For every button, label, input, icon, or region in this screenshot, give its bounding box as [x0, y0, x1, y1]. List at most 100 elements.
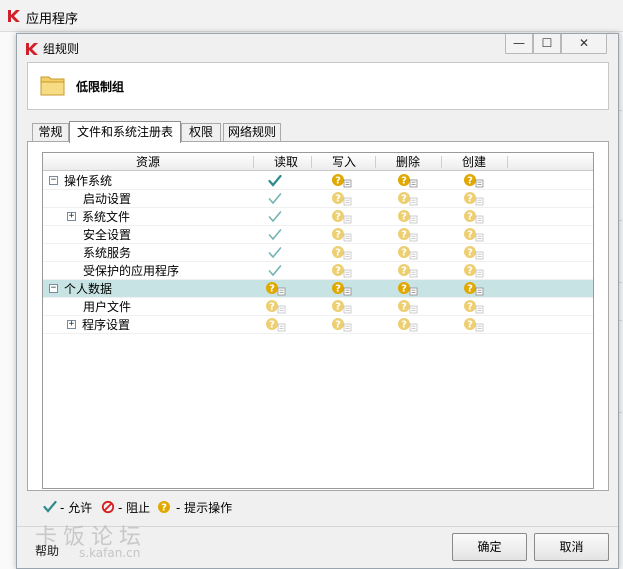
allow-check-icon: [43, 500, 57, 513]
table-row[interactable]: 系统服务 ? ? ?: [43, 244, 593, 262]
create-permission-cell[interactable]: ?: [463, 299, 487, 315]
prompt-question-icon: ?: [464, 300, 484, 314]
delete-permission-cell[interactable]: ?: [397, 299, 421, 315]
dialog-titlebar: 组规则 — ☐ ✕: [17, 34, 618, 62]
create-permission-cell[interactable]: ?: [463, 173, 487, 189]
table-header: 资源 读取 写入 删除 创建: [43, 153, 593, 171]
prompt-question-icon: ?: [332, 282, 352, 296]
svg-text:?: ?: [335, 176, 341, 187]
allow-check-icon: [268, 247, 282, 259]
row-label: 启动设置: [83, 192, 132, 206]
svg-text:?: ?: [401, 176, 407, 187]
row-label: 用户文件: [83, 300, 132, 314]
delete-permission-cell[interactable]: ?: [397, 227, 421, 243]
tab-panel: 资源 读取 写入 删除 创建 − 操作系统 ? ? ? 启动设置 ? ? ? +…: [27, 141, 609, 491]
create-permission-cell[interactable]: ?: [463, 317, 487, 333]
collapse-icon[interactable]: −: [49, 176, 58, 185]
column-header-read[interactable]: 读取: [253, 154, 319, 170]
expand-icon[interactable]: +: [67, 212, 76, 221]
write-permission-cell[interactable]: ?: [331, 191, 355, 207]
column-header-resource[interactable]: 资源: [43, 154, 253, 170]
create-permission-cell[interactable]: ?: [463, 191, 487, 207]
allow-check-icon: [268, 174, 282, 187]
prompt-question-icon: ?: [398, 228, 418, 242]
write-permission-cell[interactable]: ?: [331, 245, 355, 261]
prompt-question-icon: ?: [158, 501, 170, 514]
table-row[interactable]: 安全设置 ? ? ?: [43, 226, 593, 244]
create-permission-cell[interactable]: ?: [463, 263, 487, 279]
create-permission-cell[interactable]: ?: [463, 245, 487, 261]
group-header-panel: 低限制组: [27, 62, 609, 110]
dialog-title: 组规则: [43, 42, 80, 56]
write-permission-cell[interactable]: ?: [331, 299, 355, 315]
prompt-question-icon: ?: [398, 174, 418, 188]
delete-permission-cell[interactable]: ?: [397, 173, 421, 189]
tab-network-rules[interactable]: 网络规则: [223, 123, 281, 142]
expand-icon[interactable]: +: [67, 320, 76, 329]
write-permission-cell[interactable]: ?: [331, 263, 355, 279]
read-permission-cell[interactable]: ?: [265, 299, 289, 315]
table-row[interactable]: 启动设置 ? ? ?: [43, 190, 593, 208]
tab-files-registry[interactable]: 文件和系统注册表: [69, 121, 181, 143]
write-permission-cell[interactable]: ?: [331, 281, 355, 297]
svg-text:?: ?: [269, 302, 275, 313]
delete-permission-cell[interactable]: ?: [397, 191, 421, 207]
maximize-button[interactable]: ☐: [533, 34, 561, 54]
kaspersky-logo-icon: [8, 10, 20, 22]
prompt-question-icon: ?: [332, 174, 352, 188]
read-permission-cell[interactable]: [265, 173, 289, 189]
write-permission-cell[interactable]: ?: [331, 317, 355, 333]
ok-button[interactable]: 确定: [452, 533, 527, 561]
delete-permission-cell[interactable]: ?: [397, 281, 421, 297]
collapse-icon[interactable]: −: [49, 284, 58, 293]
svg-text:?: ?: [335, 248, 341, 259]
table-row[interactable]: + 系统文件 ? ? ?: [43, 208, 593, 226]
help-link[interactable]: 帮助: [35, 542, 59, 559]
svg-text:?: ?: [335, 320, 341, 331]
tab-general[interactable]: 常规: [32, 123, 69, 142]
prompt-question-icon: ?: [464, 174, 484, 188]
row-label: 程序设置: [82, 318, 131, 332]
group-name: 低限制组: [76, 80, 125, 94]
svg-text:?: ?: [161, 503, 167, 514]
table-row[interactable]: − 操作系统 ? ? ?: [43, 172, 593, 190]
tab-permissions[interactable]: 权限: [181, 123, 221, 142]
delete-permission-cell[interactable]: ?: [397, 209, 421, 225]
write-permission-cell[interactable]: ?: [331, 173, 355, 189]
write-permission-cell[interactable]: ?: [331, 209, 355, 225]
cancel-button[interactable]: 取消: [534, 533, 609, 561]
table-row[interactable]: + 程序设置 ? ? ? ?: [43, 316, 593, 334]
table-row[interactable]: 用户文件 ? ? ? ?: [43, 298, 593, 316]
svg-text:?: ?: [335, 230, 341, 241]
delete-permission-cell[interactable]: ?: [397, 245, 421, 261]
prompt-question-icon: ?: [332, 210, 352, 224]
row-label: 安全设置: [83, 228, 132, 242]
prompt-question-icon: ?: [464, 246, 484, 260]
svg-text:?: ?: [335, 302, 341, 313]
svg-text:?: ?: [335, 284, 341, 295]
read-permission-cell[interactable]: [265, 245, 289, 261]
create-permission-cell[interactable]: ?: [463, 281, 487, 297]
delete-permission-cell[interactable]: ?: [397, 317, 421, 333]
column-header-write[interactable]: 写入: [311, 154, 377, 170]
resource-tree-table: 资源 读取 写入 删除 创建 − 操作系统 ? ? ? 启动设置 ? ? ? +…: [42, 152, 594, 489]
svg-text:?: ?: [335, 212, 341, 223]
read-permission-cell[interactable]: [265, 227, 289, 243]
minimize-button[interactable]: —: [505, 34, 533, 54]
table-row[interactable]: 受保护的应用程序 ? ? ?: [43, 262, 593, 280]
column-header-create[interactable]: 创建: [441, 154, 507, 170]
column-header-delete[interactable]: 删除: [375, 154, 441, 170]
read-permission-cell[interactable]: [265, 191, 289, 207]
read-permission-cell[interactable]: [265, 209, 289, 225]
close-button[interactable]: ✕: [561, 34, 607, 54]
watermark-url: s.kafan.cn: [79, 546, 141, 560]
read-permission-cell[interactable]: [265, 263, 289, 279]
table-row[interactable]: − 个人数据 ? ? ? ?: [43, 280, 593, 298]
svg-text:?: ?: [269, 284, 275, 295]
write-permission-cell[interactable]: ?: [331, 227, 355, 243]
read-permission-cell[interactable]: ?: [265, 281, 289, 297]
create-permission-cell[interactable]: ?: [463, 227, 487, 243]
read-permission-cell[interactable]: ?: [265, 317, 289, 333]
create-permission-cell[interactable]: ?: [463, 209, 487, 225]
delete-permission-cell[interactable]: ?: [397, 263, 421, 279]
